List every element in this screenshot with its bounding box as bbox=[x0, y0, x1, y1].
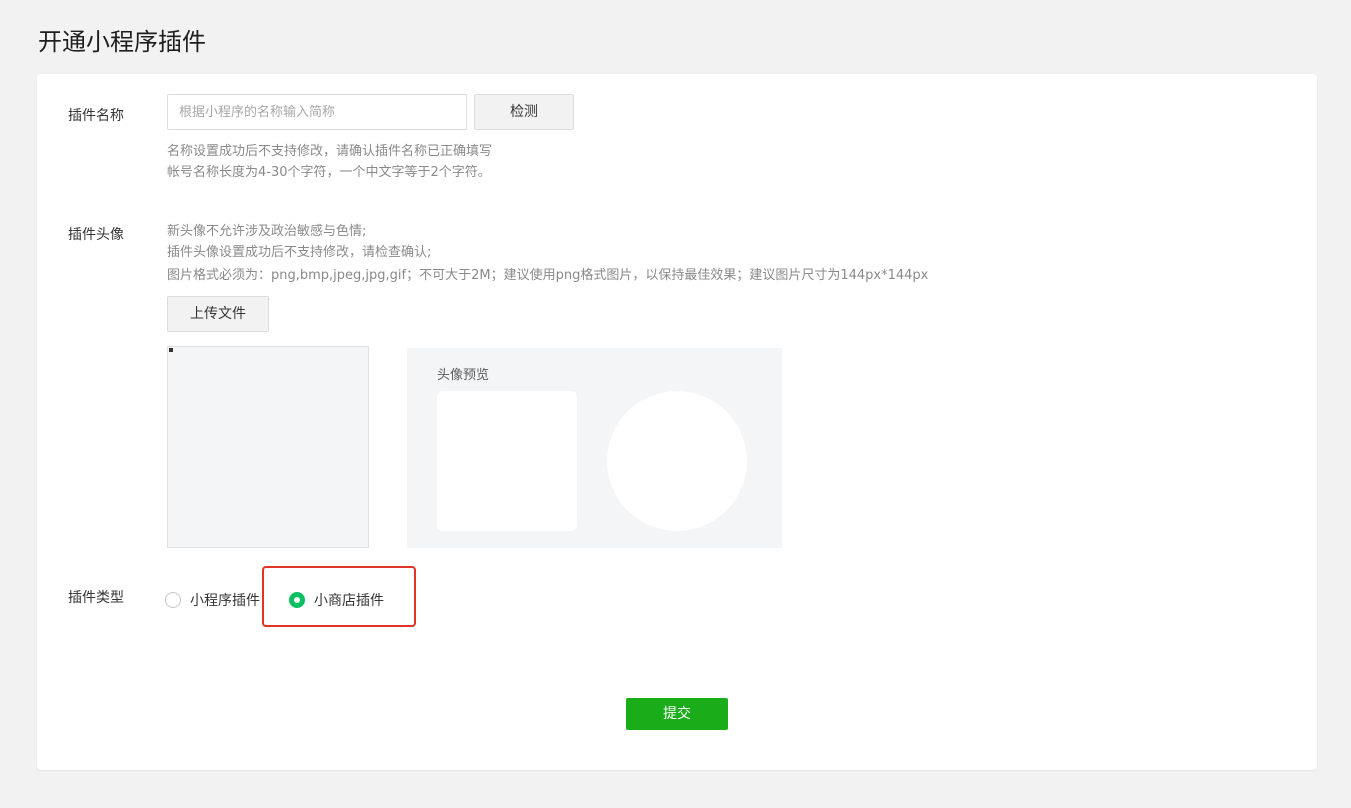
radio-label-miniprogram-plugin: 小程序插件 bbox=[190, 593, 260, 609]
name-tip-1: 名称设置成功后不支持修改，请确认插件名称已正确填写 bbox=[167, 144, 493, 159]
avatar-preview-panel: 头像预览 bbox=[407, 348, 782, 548]
page-title: 开通小程序插件 bbox=[38, 28, 206, 56]
radio-option-miniprogram-plugin[interactable]: 小程序插件 bbox=[165, 590, 260, 610]
radio-option-shop-plugin[interactable]: 小商店插件 bbox=[289, 590, 384, 610]
avatar-crop-area[interactable] bbox=[167, 346, 369, 548]
plugin-type-label: 插件类型 bbox=[68, 590, 124, 606]
avatar-tip-2: 插件头像设置成功后不支持修改，请检查确认; bbox=[167, 245, 432, 260]
radio-label-shop-plugin: 小商店插件 bbox=[314, 593, 384, 609]
plugin-form-card: 插件名称 检测 名称设置成功后不支持修改，请确认插件名称已正确填写 帐号名称长度… bbox=[37, 74, 1317, 770]
submit-button[interactable]: 提交 bbox=[626, 698, 728, 730]
crop-handle[interactable] bbox=[169, 348, 173, 352]
plugin-name-input[interactable] bbox=[167, 94, 467, 130]
radio-unchecked-icon[interactable] bbox=[165, 592, 181, 608]
name-tip-2: 帐号名称长度为4-30个字符，一个中文字等于2个字符。 bbox=[167, 165, 491, 180]
plugin-name-label: 插件名称 bbox=[68, 108, 124, 124]
upload-file-button[interactable]: 上传文件 bbox=[167, 296, 269, 332]
avatar-tip-1: 新头像不允许涉及政治敏感与色情; bbox=[167, 224, 367, 239]
avatar-preview-circle bbox=[607, 391, 747, 531]
avatar-tip-3: 图片格式必须为：png,bmp,jpeg,jpg,gif；不可大于2M；建议使用… bbox=[167, 268, 929, 283]
check-name-button[interactable]: 检测 bbox=[474, 94, 574, 130]
avatar-preview-square bbox=[437, 391, 577, 531]
avatar-preview-title: 头像预览 bbox=[437, 368, 490, 383]
radio-checked-icon[interactable] bbox=[289, 592, 305, 608]
plugin-avatar-label: 插件头像 bbox=[68, 227, 124, 243]
